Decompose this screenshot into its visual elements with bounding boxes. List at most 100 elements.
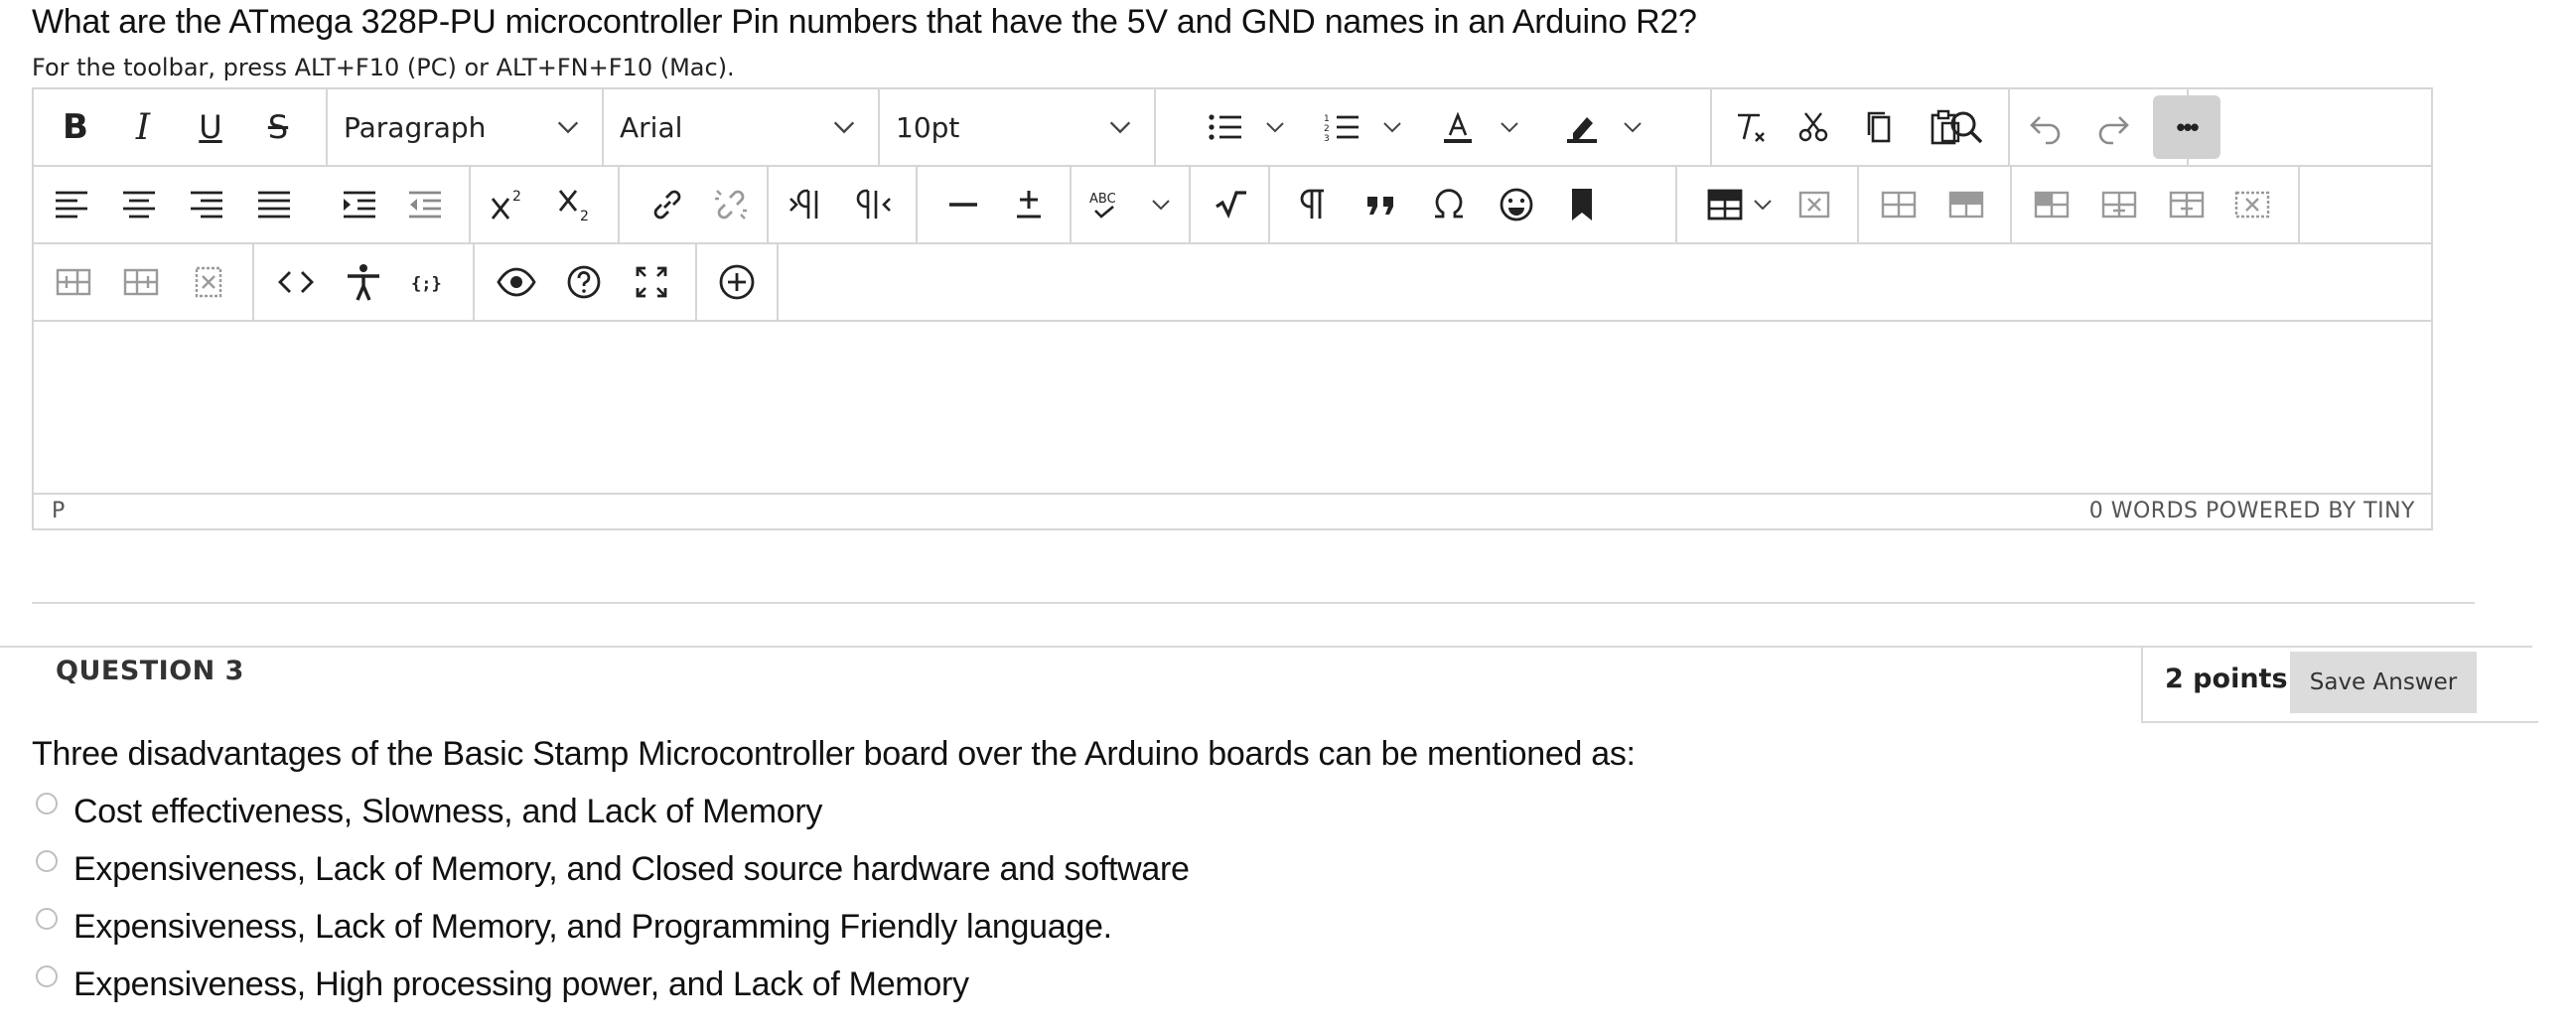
fullscreen-icon[interactable] (624, 256, 679, 308)
underline-button[interactable]: U (183, 101, 238, 153)
editor-content-area[interactable] (34, 322, 2431, 495)
svg-text:3: 3 (1324, 134, 1330, 144)
word-count-powered-by: 0 WORDS POWERED BY TINY (2088, 499, 2415, 523)
font-size-dropdown[interactable]: 10pt (880, 89, 1156, 165)
svg-text:1: 1 (1324, 114, 1330, 124)
insert-column-after-icon[interactable] (113, 256, 169, 308)
strikethrough-button[interactable]: S (250, 101, 306, 153)
plus-minus-icon[interactable] (1001, 179, 1057, 230)
chevron-down-icon (833, 121, 855, 134)
blockquote-icon[interactable] (1354, 179, 1409, 230)
variables-icon[interactable]: {;} (401, 256, 457, 308)
radio-button[interactable] (36, 793, 58, 814)
table-row-props-icon[interactable] (1871, 179, 1927, 230)
answer-option[interactable]: Expensiveness, Lack of Memory, and Close… (36, 844, 1190, 894)
answer-option[interactable]: Expensiveness, High processing power, an… (36, 960, 969, 1009)
question-3-label: QUESTION 3 (56, 656, 244, 686)
block-format-value: Paragraph (344, 110, 487, 144)
script-group: 2 2 (471, 167, 620, 242)
add-content-icon[interactable] (709, 256, 765, 308)
align-left-icon[interactable] (44, 179, 99, 230)
indent-icon[interactable] (332, 179, 387, 230)
subscript-icon[interactable]: 2 (548, 179, 604, 230)
spellcheck-icon[interactable]: ABC (1077, 179, 1133, 230)
undo-icon[interactable] (2018, 101, 2074, 153)
answer-option[interactable]: Cost effectiveness, Slowness, and Lack o… (36, 787, 822, 836)
align-indent-group (34, 167, 471, 242)
row-group (1859, 167, 2012, 242)
numbered-list-icon[interactable]: 123 (1315, 101, 1370, 153)
chevron-down-icon[interactable] (1380, 115, 1404, 139)
delete-table-icon[interactable] (1787, 179, 1842, 230)
align-center-icon[interactable] (111, 179, 167, 230)
code-group: {;} (254, 244, 475, 320)
chevron-down-icon[interactable] (1751, 193, 1775, 217)
toolbar-hint: For the toolbar, press ALT+F10 (PC) or A… (32, 54, 735, 81)
font-family-dropdown[interactable]: Arial (604, 89, 880, 165)
insert-row-after-icon[interactable] (2091, 179, 2147, 230)
chevron-down-icon (1109, 121, 1131, 134)
link-icon[interactable] (640, 179, 695, 230)
unlink-icon[interactable] (703, 179, 759, 230)
delete-column-icon[interactable] (181, 256, 236, 308)
redo-icon[interactable] (2085, 101, 2141, 153)
table-icon[interactable] (1697, 179, 1753, 230)
font-family-value: Arial (620, 110, 683, 144)
answer-option-label: Expensiveness, Lack of Memory, and Progr… (73, 907, 1112, 946)
font-family-group: Arial (604, 89, 880, 165)
delete-row-icon[interactable] (2224, 179, 2280, 230)
special-character-icon[interactable] (1421, 179, 1477, 230)
cut-icon[interactable] (1786, 101, 1841, 153)
direction-group (769, 167, 918, 242)
help-icon[interactable] (556, 256, 612, 308)
chevron-down-icon[interactable] (1621, 115, 1645, 139)
superscript-icon[interactable]: 2 (481, 179, 536, 230)
math-group (1191, 167, 1270, 242)
emoji-icon[interactable] (1489, 179, 1544, 230)
radio-button[interactable] (36, 965, 58, 987)
more-options-button[interactable]: ••• (2153, 95, 2220, 159)
highlight-color-icon[interactable] (1555, 101, 1611, 153)
add-content-group (697, 244, 779, 320)
divider (32, 602, 2475, 604)
horizontal-line-icon[interactable] (935, 179, 991, 230)
answer-option-label: Expensiveness, High processing power, an… (73, 964, 969, 1003)
radio-button[interactable] (36, 908, 58, 930)
paragraph-mark-icon[interactable] (1286, 179, 1342, 230)
source-code-icon[interactable] (268, 256, 324, 308)
bold-button[interactable]: B (48, 101, 103, 153)
clear-formatting-icon[interactable] (1722, 101, 1778, 153)
text-color-icon[interactable] (1430, 101, 1486, 153)
square-root-icon[interactable] (1203, 179, 1258, 230)
italic-button[interactable]: I (115, 101, 171, 153)
insert-column-icon[interactable] (2159, 179, 2215, 230)
outdent-icon[interactable] (397, 179, 453, 230)
font-size-group: 10pt (880, 89, 1156, 165)
bookmark-icon[interactable] (1554, 179, 1610, 230)
insert-row-before-icon[interactable] (2024, 179, 2079, 230)
ltr-icon[interactable] (779, 179, 834, 230)
answer-option[interactable]: Expensiveness, Lack of Memory, and Progr… (36, 902, 1112, 952)
align-right-icon[interactable] (179, 179, 234, 230)
answer-option-label: Cost effectiveness, Slowness, and Lack o… (73, 792, 823, 830)
bullet-list-icon[interactable] (1198, 101, 1253, 153)
accessibility-icon[interactable] (336, 256, 391, 308)
chevron-down-icon[interactable] (1263, 115, 1287, 139)
insert-group (918, 167, 1072, 242)
chevron-down-icon (557, 121, 579, 134)
copy-icon[interactable] (1851, 101, 1907, 153)
toolbar-row-1: B I U S Paragraph Arial 10pt 1 2 3 ••• (34, 89, 2431, 167)
radio-button[interactable] (36, 850, 58, 872)
chevron-down-icon[interactable] (1149, 193, 1173, 217)
chevron-down-icon[interactable] (1498, 115, 1521, 139)
save-answer-button[interactable]: Save Answer (2290, 652, 2477, 713)
search-icon[interactable] (1938, 101, 1994, 153)
block-format-dropdown[interactable]: Paragraph (328, 89, 604, 165)
align-justify-icon[interactable] (246, 179, 302, 230)
insert-column-before-icon[interactable] (46, 256, 101, 308)
question-3-text: Three disadvantages of the Basic Stamp M… (32, 735, 1636, 773)
table-cell-props-icon[interactable] (1938, 179, 1994, 230)
rtl-icon[interactable] (846, 179, 902, 230)
element-path[interactable]: P (52, 499, 66, 523)
preview-icon[interactable] (489, 256, 544, 308)
